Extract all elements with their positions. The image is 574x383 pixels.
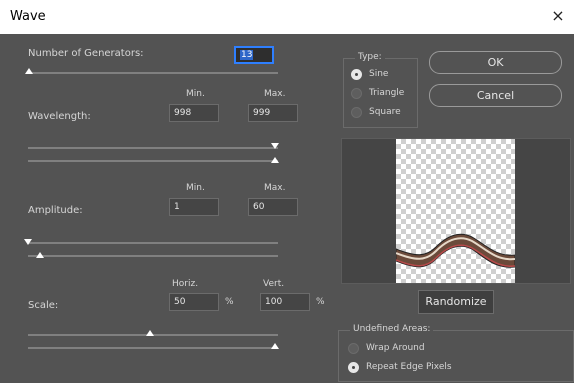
randomize-button[interactable]: Randomize — [418, 290, 494, 314]
wrap-around-label[interactable]: Wrap Around — [366, 343, 425, 353]
amplitude-min-slider-track[interactable] — [28, 242, 278, 244]
generators-input[interactable]: 13 — [234, 46, 274, 64]
scale-label: Scale: — [28, 300, 59, 311]
preview-canvas — [396, 139, 515, 283]
wavelength-max-slider-track[interactable] — [28, 160, 278, 162]
type-sine-label[interactable]: Sine — [369, 69, 388, 79]
amplitude-max-field[interactable]: 60 — [248, 198, 298, 216]
scale-vert-header: Vert. — [263, 279, 285, 289]
wavelength-max-field[interactable]: 999 — [248, 104, 298, 122]
wavelength-min-slider-track[interactable] — [28, 147, 278, 149]
repeat-edge-pixels-label[interactable]: Repeat Edge Pixels — [366, 362, 452, 372]
wavelength-min-slider-handle[interactable] — [271, 143, 279, 149]
dialog-title: Wave — [10, 9, 46, 24]
scale-horiz-field[interactable]: 50 — [169, 293, 219, 311]
wavelength-max-slider-handle[interactable] — [271, 157, 279, 163]
amplitude-label: Amplitude: — [28, 205, 83, 216]
amplitude-max-slider-handle[interactable] — [36, 252, 44, 258]
wavelength-label: Wavelength: — [28, 111, 91, 122]
scale-vert-slider-handle[interactable] — [271, 343, 279, 349]
type-square-label[interactable]: Square — [369, 107, 401, 117]
type-square-radio[interactable] — [351, 107, 362, 118]
scale-vert-unit: % — [316, 297, 325, 307]
undefined-areas-title: Undefined Areas: — [350, 324, 434, 334]
type-triangle-radio[interactable] — [351, 88, 362, 99]
amplitude-max-slider-track[interactable] — [28, 255, 278, 257]
generators-label: Number of Generators: — [28, 48, 144, 59]
type-triangle-label[interactable]: Triangle — [369, 88, 404, 98]
scale-horiz-slider-handle[interactable] — [146, 330, 154, 336]
dialog-body: Number of Generators: 13 Min. Max. Wavel… — [8, 34, 574, 383]
amplitude-min-slider-handle[interactable] — [24, 239, 32, 245]
undefined-areas-group — [338, 330, 574, 382]
type-sine-radio[interactable] — [351, 69, 362, 80]
generators-slider-track[interactable] — [28, 72, 278, 74]
type-group-title: Type: — [355, 52, 385, 62]
wave-preview-image — [396, 233, 515, 268]
ok-button[interactable]: OK — [429, 51, 562, 74]
amplitude-max-header: Max. — [264, 183, 286, 193]
preview-panel — [341, 138, 571, 284]
generators-slider-handle[interactable] — [25, 68, 33, 74]
generators-value: 13 — [240, 50, 254, 60]
cancel-button[interactable]: Cancel — [429, 84, 562, 107]
wrap-around-radio[interactable] — [348, 343, 359, 354]
title-bar: Wave × — [0, 0, 574, 34]
scale-horiz-header: Horiz. — [172, 279, 199, 289]
scale-horiz-unit: % — [225, 297, 234, 307]
wave-dialog: Wave × Number of Generators: 13 Min. Max… — [0, 0, 574, 383]
close-icon[interactable]: × — [548, 6, 568, 26]
scale-vert-slider-track[interactable] — [28, 347, 278, 349]
scale-vert-field[interactable]: 100 — [260, 293, 310, 311]
wavelength-min-field[interactable]: 998 — [169, 104, 219, 122]
wavelength-max-header: Max. — [264, 89, 286, 99]
wavelength-min-header: Min. — [186, 89, 205, 99]
amplitude-min-header: Min. — [186, 183, 205, 193]
repeat-edge-pixels-radio[interactable] — [348, 362, 359, 373]
amplitude-min-field[interactable]: 1 — [169, 198, 219, 216]
